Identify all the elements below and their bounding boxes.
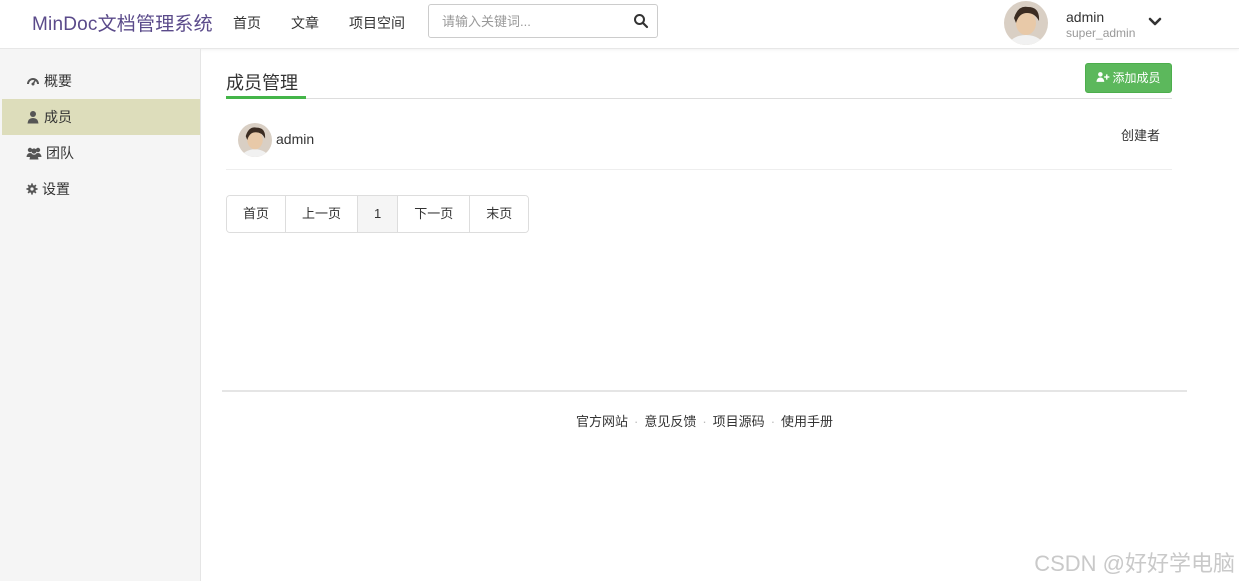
user-role: super_admin — [1066, 26, 1136, 40]
search-input[interactable] — [429, 5, 627, 37]
sidebar-item-team[interactable]: 团队 — [2, 135, 200, 171]
footer-link-official-site[interactable]: 官方网站 — [576, 414, 628, 429]
member-row: admin 创建者 — [226, 109, 1172, 170]
page-title: 成员管理 — [226, 73, 298, 93]
page-next[interactable]: 下一页 — [398, 196, 471, 232]
sidebar-item-label: 概要 — [44, 73, 72, 89]
nav-home[interactable]: 首页 — [233, 13, 261, 33]
dashboard-icon — [27, 78, 39, 86]
user-avatar[interactable] — [1004, 1, 1048, 45]
sidebar-item-members[interactable]: 成员 — [2, 99, 200, 135]
nav-articles[interactable]: 文章 — [291, 13, 319, 33]
brand-logo[interactable]: MinDoc文档管理系统 — [32, 9, 213, 36]
footer-link-manual[interactable]: 使用手册 — [781, 414, 833, 429]
add-member-label: 添加成员 — [1112, 71, 1161, 85]
page-last[interactable]: 末页 — [470, 196, 529, 232]
chevron-down-icon[interactable] — [1147, 15, 1163, 29]
avatar — [238, 123, 272, 157]
footer-link-source[interactable]: 项目源码 — [713, 414, 765, 429]
page-first[interactable]: 首页 — [227, 196, 287, 232]
member-name: admin — [276, 131, 315, 147]
sidebar-item-label: 成员 — [44, 109, 72, 125]
add-member-button[interactable]: 添加成员 — [1085, 63, 1172, 93]
footer: 官方网站 · 意见反馈 · 项目源码 · 使用手册 — [222, 411, 1187, 430]
user-plus-icon — [1096, 72, 1110, 82]
user-name: admin — [1066, 9, 1105, 25]
footer-link-feedback[interactable]: 意见反馈 — [644, 414, 696, 429]
search-box — [428, 4, 658, 38]
sidebar: 概要 成员 团队 设置 — [0, 49, 201, 581]
title-divider — [226, 98, 1172, 99]
watermark: CSDN @好好学电脑 — [1034, 551, 1235, 576]
avatar-image — [1004, 1, 1048, 45]
search-icon[interactable] — [633, 13, 649, 29]
nav-project-space[interactable]: 项目空间 — [349, 13, 405, 33]
user-icon — [27, 111, 39, 124]
separator: · — [702, 414, 707, 429]
sidebar-item-overview[interactable]: 概要 — [2, 63, 200, 99]
gear-icon — [26, 183, 38, 195]
title-underline — [226, 96, 306, 99]
page-number[interactable]: 1 — [358, 196, 399, 232]
sidebar-item-settings[interactable]: 设置 — [2, 171, 200, 207]
top-navbar: MinDoc文档管理系统 首页 文章 项目空间 admin super_admi… — [0, 0, 1239, 49]
sidebar-item-label: 设置 — [42, 181, 70, 197]
pagination: 首页 上一页 1 下一页 末页 — [226, 195, 530, 233]
footer-divider — [222, 390, 1187, 392]
page-prev[interactable]: 上一页 — [286, 196, 359, 232]
separator: · — [633, 414, 639, 429]
separator: · — [770, 414, 776, 429]
avatar-image — [238, 123, 272, 157]
users-icon — [26, 147, 42, 160]
member-role: 创建者 — [1120, 128, 1160, 143]
sidebar-item-label: 团队 — [46, 145, 74, 161]
